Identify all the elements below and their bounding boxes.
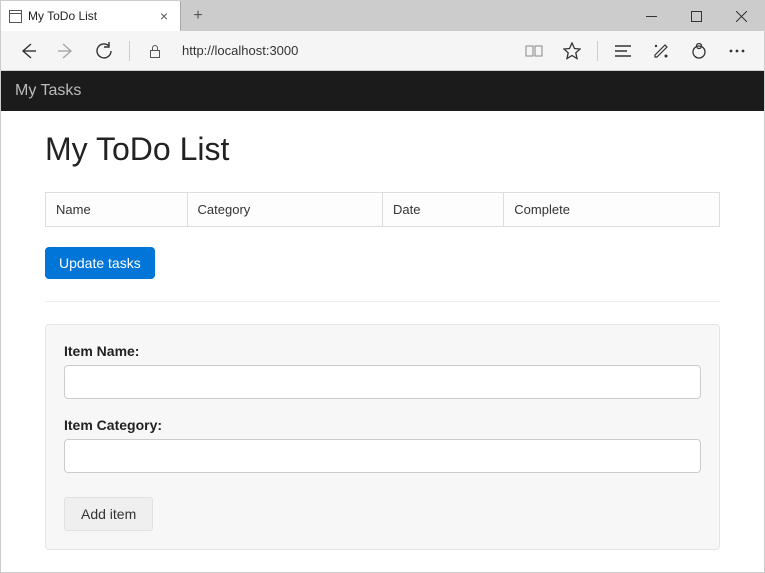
hub-icon[interactable] bbox=[606, 34, 640, 68]
browser-tab[interactable]: My ToDo List × bbox=[1, 1, 181, 31]
item-category-label: Item Category: bbox=[64, 417, 701, 433]
forward-button[interactable] bbox=[49, 34, 83, 68]
new-tab-button[interactable]: + bbox=[181, 1, 215, 31]
page-title: My ToDo List bbox=[45, 131, 720, 168]
col-date: Date bbox=[382, 193, 503, 227]
toolbar-separator bbox=[597, 41, 598, 61]
favorite-icon[interactable] bbox=[555, 34, 589, 68]
toolbar-separator bbox=[129, 41, 130, 61]
update-tasks-button[interactable]: Update tasks bbox=[45, 247, 155, 279]
col-name: Name bbox=[46, 193, 188, 227]
share-icon[interactable] bbox=[682, 34, 716, 68]
add-item-button[interactable]: Add item bbox=[64, 497, 153, 531]
maximize-button[interactable] bbox=[674, 1, 719, 31]
tasks-table: Name Category Date Complete bbox=[45, 192, 720, 227]
item-category-input[interactable] bbox=[64, 439, 701, 473]
refresh-button[interactable] bbox=[87, 34, 121, 68]
browser-toolbar: http://localhost:3000 bbox=[1, 31, 764, 71]
app-header: My Tasks bbox=[1, 71, 764, 111]
close-window-button[interactable] bbox=[719, 1, 764, 31]
close-tab-button[interactable]: × bbox=[156, 8, 172, 24]
page-icon bbox=[9, 10, 22, 23]
item-name-label: Item Name: bbox=[64, 343, 701, 359]
lock-icon bbox=[138, 34, 172, 68]
page-body: My ToDo List Name Category Date Complete… bbox=[1, 111, 764, 570]
minimize-button[interactable] bbox=[629, 1, 674, 31]
browser-tab-strip: My ToDo List × + bbox=[1, 1, 764, 31]
table-header-row: Name Category Date Complete bbox=[46, 193, 720, 227]
col-complete: Complete bbox=[504, 193, 720, 227]
add-item-form: Item Name: Item Category: Add item bbox=[45, 324, 720, 550]
brand-link[interactable]: My Tasks bbox=[15, 82, 81, 100]
back-button[interactable] bbox=[11, 34, 45, 68]
notes-icon[interactable] bbox=[644, 34, 678, 68]
browser-tab-title: My ToDo List bbox=[28, 9, 150, 23]
window-controls bbox=[629, 1, 764, 31]
address-bar[interactable]: http://localhost:3000 bbox=[176, 43, 513, 58]
col-category: Category bbox=[187, 193, 382, 227]
divider bbox=[45, 301, 720, 302]
more-icon[interactable] bbox=[720, 34, 754, 68]
reading-view-icon[interactable] bbox=[517, 34, 551, 68]
item-name-input[interactable] bbox=[64, 365, 701, 399]
